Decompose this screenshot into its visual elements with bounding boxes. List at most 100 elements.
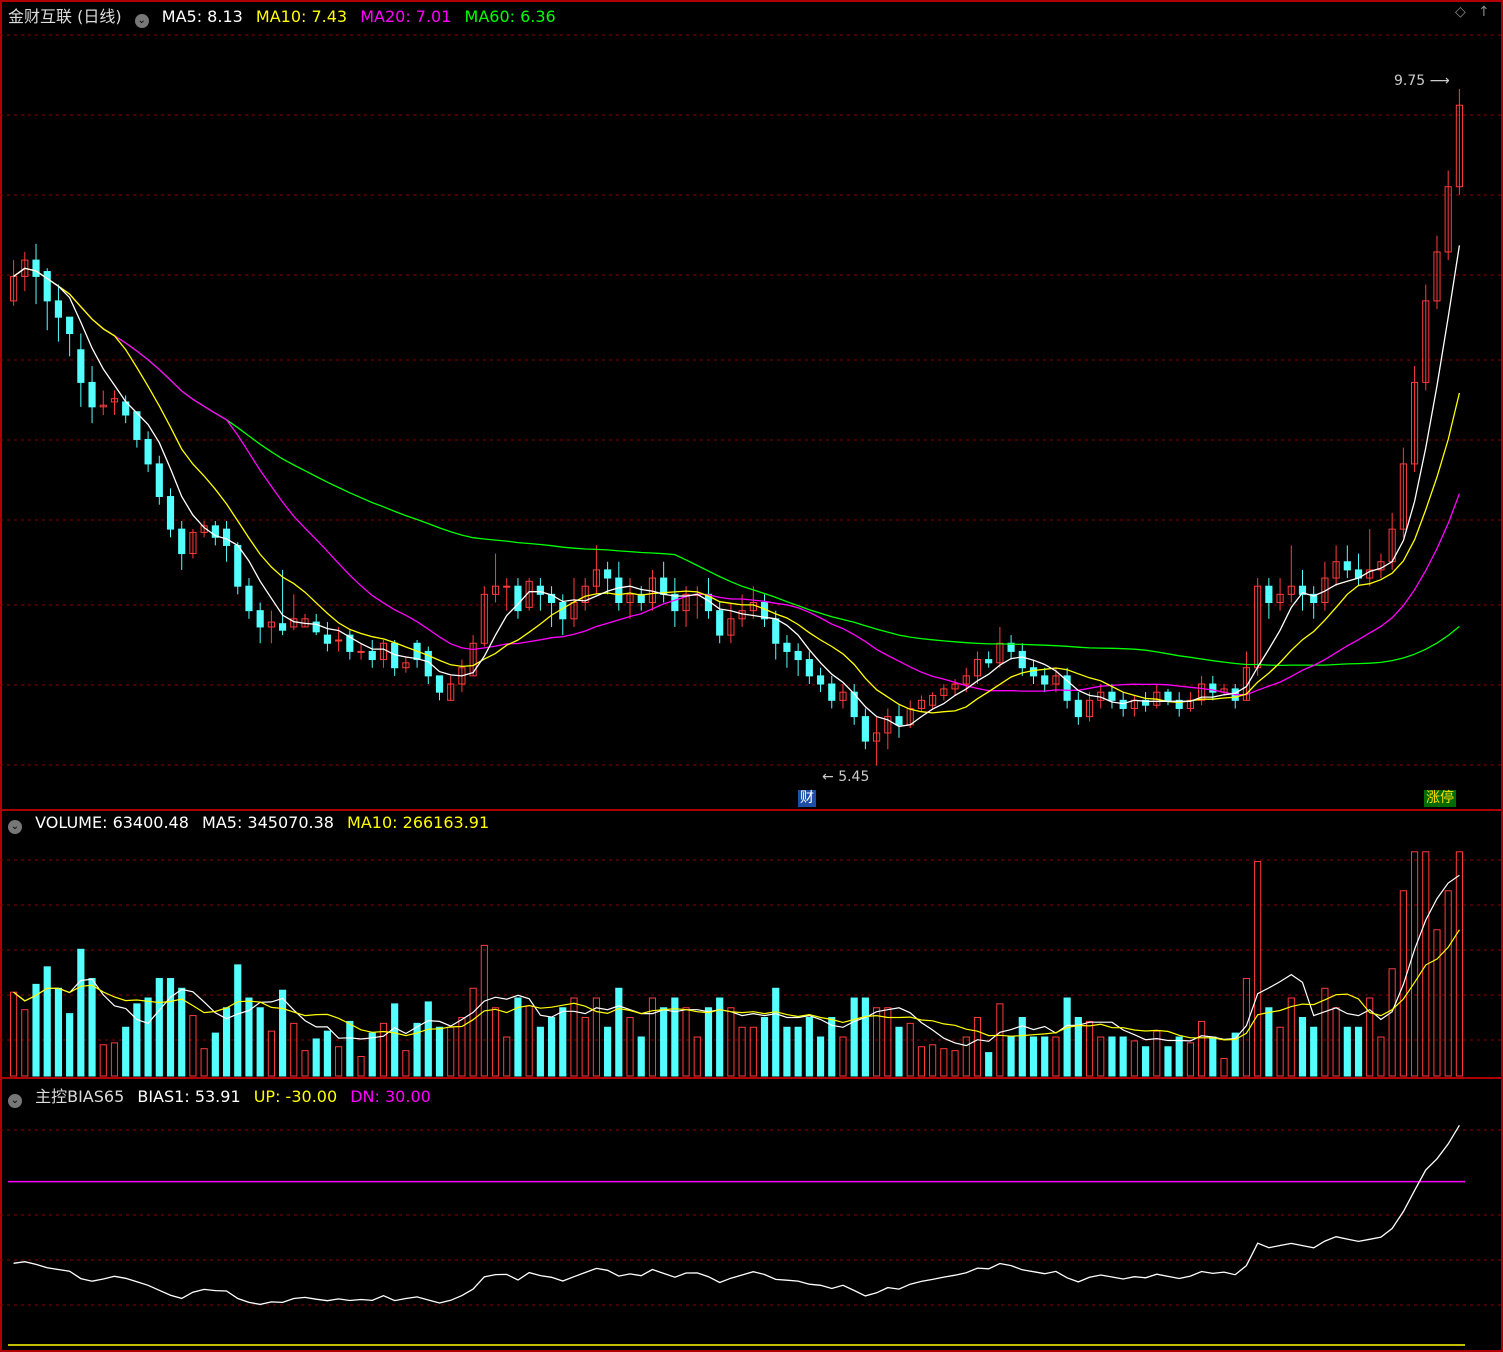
- volume-bar: [547, 1017, 556, 1077]
- volume-bar: [626, 1017, 634, 1077]
- main-legend: 金财互联 (日线) ⌄ MA5: 8.13 MA10: 7.43 MA20: 7…: [8, 3, 564, 28]
- candle-body: [985, 659, 993, 664]
- volume-bar: [178, 987, 186, 1077]
- volume-bar: [447, 1026, 455, 1077]
- volume-bar: [671, 997, 679, 1077]
- volume-bar: [682, 1007, 690, 1077]
- candle-body: [245, 585, 253, 612]
- circle-chevron-icon[interactable]: ⌄: [134, 14, 149, 28]
- volume-bar: [604, 1026, 612, 1077]
- ma5-line: [13, 245, 1461, 728]
- volume-bar: [850, 997, 858, 1077]
- volume-bar: [794, 1026, 802, 1077]
- candle-body: [357, 650, 365, 653]
- volume-bar: [592, 997, 600, 1077]
- volume-bar: [368, 1032, 376, 1077]
- volume-bar: [335, 1046, 343, 1077]
- bias-up-value: UP: -30.00: [253, 1087, 338, 1106]
- candle-body: [805, 659, 813, 677]
- volume-bar: [1007, 1036, 1015, 1077]
- volume-bar: [1455, 851, 1463, 1077]
- bias-title: 主控BIAS65: [35, 1087, 125, 1106]
- volume-bar: [43, 966, 51, 1077]
- volume-bar: [1119, 1036, 1127, 1077]
- volume-bar: [514, 997, 522, 1077]
- high-price-label: 9.75 ⟶: [1394, 73, 1450, 89]
- volume-bar: [929, 1044, 937, 1077]
- volume-bar: [917, 1046, 926, 1077]
- volume-bar: [88, 978, 96, 1077]
- volume-bar: [1298, 1017, 1307, 1077]
- volume-bar: [1388, 968, 1396, 1077]
- volume-bar: [570, 997, 578, 1077]
- volume-bar: [1354, 1026, 1363, 1077]
- candle-body: [323, 634, 332, 644]
- volume-bar: [267, 1030, 275, 1077]
- volume-bar: [66, 1013, 74, 1077]
- candle-body: [861, 716, 869, 742]
- candle-body: [794, 650, 802, 661]
- diamond-icon[interactable]: ◇: [1455, 4, 1466, 20]
- candle-body: [1265, 585, 1273, 604]
- candle-body: [234, 544, 242, 587]
- candle-body: [604, 569, 612, 579]
- volume-bar: [54, 987, 63, 1077]
- volume-bar: [346, 1020, 354, 1077]
- volume-bar: [1220, 1057, 1228, 1077]
- volume-bar: [99, 1044, 107, 1077]
- ma20-legend: MA20: 7.01: [360, 7, 452, 26]
- volume-bar: [985, 1052, 993, 1077]
- candle-body: [772, 618, 780, 644]
- volume-bar: [402, 1050, 410, 1077]
- volume-legend: ⌄ VOLUME: 63400.48 MA5: 345070.38 MA10: …: [8, 813, 497, 834]
- volume-bar: [783, 1026, 791, 1077]
- volume-bar: [21, 1009, 29, 1077]
- volume-bar: [861, 997, 869, 1077]
- volume-bar: [1041, 1036, 1049, 1077]
- volume-bar: [301, 1050, 309, 1077]
- candle-body: [54, 300, 63, 318]
- volume-bar: [559, 1007, 567, 1077]
- candle-body: [816, 675, 825, 685]
- candle-body: [279, 623, 287, 631]
- volume-bar: [1141, 1046, 1150, 1077]
- volume-bar: [245, 997, 253, 1077]
- volume-bar: [805, 1017, 813, 1077]
- chart-title: 金财互联 (日线): [8, 7, 122, 26]
- limit-up-tag[interactable]: 涨停: [1424, 790, 1456, 807]
- candle-body: [503, 585, 511, 588]
- low-price-label: ← 5.45: [822, 769, 870, 785]
- candle-body: [1343, 561, 1351, 571]
- candle-body: [43, 271, 51, 302]
- candle-body: [335, 639, 343, 642]
- volume-bar: [962, 1036, 970, 1077]
- candle-body: [77, 349, 85, 383]
- candle-body: [222, 528, 231, 546]
- candle-body: [828, 683, 836, 701]
- stock-chart[interactable]: [0, 0, 1503, 1352]
- finance-tag[interactable]: 财: [798, 790, 816, 807]
- volume-bar: [1310, 1026, 1318, 1077]
- candle-body: [32, 259, 40, 277]
- candle-body: [1029, 667, 1038, 677]
- volume-bar: [32, 983, 40, 1077]
- candle-body: [155, 463, 163, 498]
- bias-legend: ⌄ 主控BIAS65 BIAS1: 53.91 UP: -30.00 DN: 3…: [8, 1083, 439, 1108]
- volume-bar: [155, 978, 163, 1077]
- candle-body: [559, 602, 567, 620]
- grid-layer: [0, 0, 1503, 1352]
- candle-body: [144, 438, 152, 465]
- volume-bar: [1052, 1036, 1060, 1077]
- circle-chevron-icon[interactable]: ⌄: [8, 820, 22, 834]
- volume-bar: [873, 1007, 881, 1077]
- candle-body: [178, 528, 186, 555]
- circle-chevron-icon[interactable]: ⌄: [8, 1094, 22, 1108]
- volume-bar: [951, 1050, 959, 1077]
- volume-bar: [816, 1036, 825, 1077]
- volume-bar: [133, 1003, 141, 1077]
- volume-bar: [469, 987, 477, 1077]
- volume-bar: [1186, 1042, 1194, 1077]
- volume-bar: [290, 1022, 298, 1077]
- up-arrow-icon[interactable]: ↑: [1478, 4, 1490, 20]
- volume-bar: [1175, 1036, 1183, 1077]
